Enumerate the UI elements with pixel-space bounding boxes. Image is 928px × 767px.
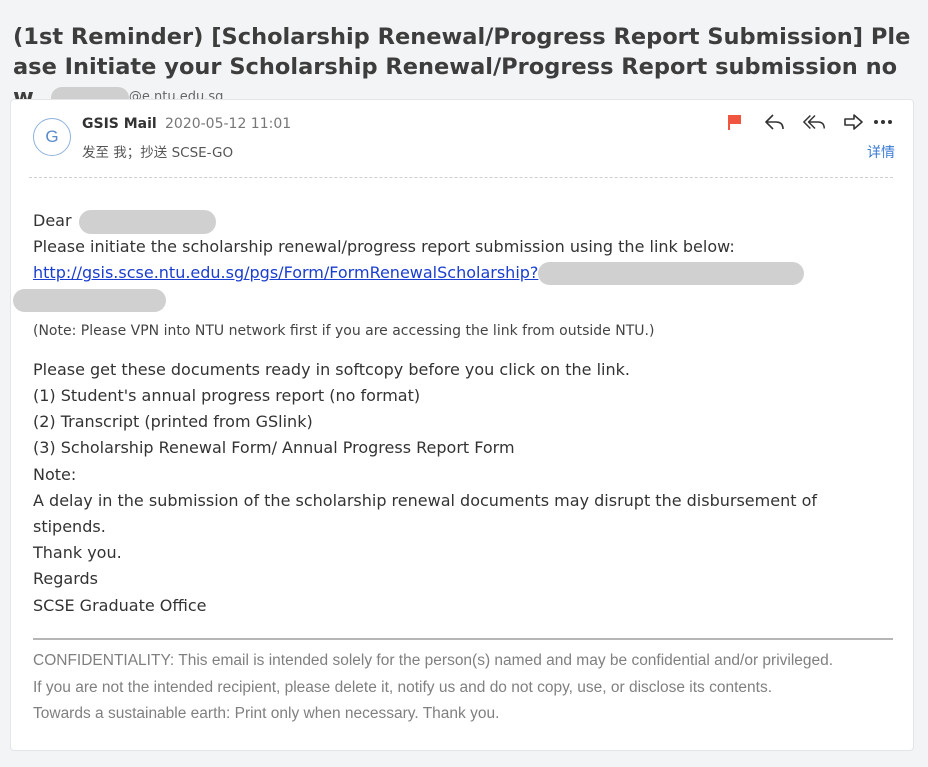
reply-all-icon[interactable] [803, 110, 827, 134]
avatar: G [33, 118, 71, 156]
docs-intro: Please get these documents ready in soft… [33, 359, 630, 379]
from-name[interactable]: GSIS Mail [82, 116, 157, 132]
email-date: 2020-05-12 11:01 [165, 116, 292, 132]
signature: SCSE Graduate Office [33, 595, 207, 615]
note-text: A delay in the submission of the scholar… [33, 490, 817, 537]
renewal-link[interactable]: http://gsis.scse.ntu.edu.sg/pgs/Form/For… [33, 263, 538, 282]
link-line: http://gsis.scse.ntu.edu.sg/pgs/Form/For… [33, 260, 893, 286]
intro-text: Please initiate the scholarship renewal/… [33, 237, 735, 257]
note-label: Note: [33, 464, 77, 484]
flag-icon[interactable] [723, 110, 747, 134]
doc-item: (3) Scholarship Renewal Form/ Annual Pro… [33, 438, 515, 458]
vpn-note: (Note: Please VPN into NTU network first… [33, 322, 655, 339]
doc-item: (2) Transcript (printed from GSlink) [33, 412, 313, 432]
signature-divider [33, 638, 893, 640]
footer-line: If you are not the intended recipient, p… [33, 678, 772, 696]
forward-icon[interactable] [841, 110, 865, 134]
doc-item: (1) Student's annual progress report (no… [33, 386, 421, 406]
more-icon[interactable] [871, 110, 895, 134]
footer-line: Towards a sustainable earth: Print only … [33, 705, 500, 723]
recipients[interactable]: 发至 我；抄送 SCSE-GO [82, 141, 233, 161]
confidentiality-footer: CONFIDENTIALITY: This email is intended … [33, 648, 903, 728]
footer-line: CONFIDENTIALITY: This email is intended … [33, 652, 834, 669]
greeting-line: Dear [33, 208, 893, 234]
thanks: Thank you. [33, 543, 122, 563]
header-divider [29, 177, 893, 178]
reply-icon[interactable] [763, 110, 787, 134]
link-param-redacted-2 [13, 288, 166, 312]
details-link[interactable]: 详情 [867, 142, 895, 162]
greeting: Dear [33, 211, 72, 230]
link-param-redacted [538, 262, 805, 286]
email-card: G GSIS Mail 2020-05-12 11:01 发至 我；抄送 SCS… [10, 99, 914, 751]
link-wrap-line [13, 287, 893, 313]
regards: Regards [33, 569, 98, 589]
email-body: Dear Please initiate the scholarship ren… [13, 208, 893, 619]
recipient-name-redacted [78, 209, 216, 234]
